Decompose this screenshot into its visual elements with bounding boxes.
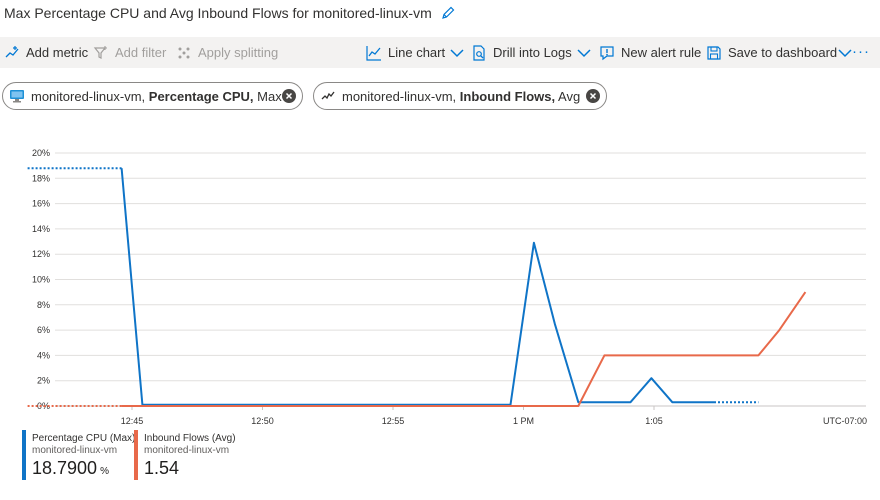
metric-pill-inbound-flows[interactable]: monitored-linux-vm, Inbound Flows, Avg [313, 82, 607, 110]
close-icon[interactable] [282, 89, 296, 103]
splitting-icon [178, 47, 190, 58]
y-tick-label: 6% [37, 325, 50, 335]
line-chart-icon [366, 45, 381, 61]
legend-color-bar [22, 430, 26, 480]
y-tick-label: 12% [32, 249, 50, 259]
y-tick-label: 18% [32, 173, 50, 183]
add-filter-button[interactable]: Add filter [93, 37, 166, 68]
add-filter-label: Add filter [115, 45, 167, 60]
more-options-button[interactable]: ··· [852, 43, 870, 60]
virtual-machine-icon [10, 90, 24, 103]
add-metric-label: Add metric [26, 45, 89, 60]
save-to-dashboard-dropdown[interactable]: Save to dashboard [706, 37, 858, 68]
line-chart-label: Line chart [388, 45, 446, 60]
legend-color-bar [134, 430, 138, 480]
legend-unit: % [100, 466, 109, 477]
x-tick-label: 1:05 [645, 416, 663, 426]
chart-title: Max Percentage CPU and Avg Inbound Flows… [4, 5, 432, 21]
legend-series-name: Percentage CPU (Max) [32, 433, 136, 444]
toolbar: Add metric Add filter Apply splitting Li… [0, 37, 880, 68]
chevron-down-icon [838, 48, 852, 57]
legend-resource: monitored-linux-vm [32, 445, 118, 456]
legend-series-name: Inbound Flows (Avg) [144, 433, 236, 444]
apply-splitting-button[interactable]: Apply splitting [176, 37, 278, 68]
y-tick-label: 2% [37, 376, 50, 386]
series-inbound-flows-line[interactable] [121, 291, 807, 407]
y-tick-label: 4% [37, 350, 50, 360]
y-tick-label: 14% [32, 224, 50, 234]
x-tick-label: 12:45 [121, 416, 144, 426]
metric-pill-text: monitored-linux-vm, Percentage CPU, Max [31, 88, 282, 104]
add-metric-button[interactable]: Add metric [4, 37, 88, 68]
new-alert-rule-label: New alert rule [621, 45, 702, 60]
logs-icon [473, 44, 485, 61]
chevron-down-icon [577, 48, 591, 57]
x-tick-label: 1 PM [513, 416, 534, 426]
title-bar: Max Percentage CPU and Avg Inbound Flows… [0, 0, 880, 26]
alert-icon [600, 45, 614, 60]
timezone-label: UTC-07:00 [823, 416, 867, 426]
drill-into-logs-label: Drill into Logs [493, 45, 572, 60]
metrics-line-chart[interactable]: 0%2%4%6%8%10%12%14%16%18%20% 12:45 12:50 1… [0, 140, 880, 430]
apply-splitting-label: Apply splitting [198, 45, 279, 60]
y-tick-label: 10% [32, 275, 50, 285]
metric-line-icon [321, 91, 335, 100]
close-icon[interactable] [586, 89, 600, 103]
y-tick-label: 8% [37, 300, 50, 310]
pencil-icon[interactable] [440, 5, 456, 21]
save-to-dashboard-label: Save to dashboard [728, 45, 838, 60]
legend-value: 18.7900% [32, 458, 109, 478]
x-tick-label: 12:55 [382, 416, 405, 426]
y-tick-label: 20% [32, 148, 50, 158]
legend-value: 1.54 [144, 458, 180, 478]
line-chart-dropdown[interactable]: Line chart [366, 37, 470, 68]
legend-resource: monitored-linux-vm [144, 445, 230, 456]
new-alert-rule-button[interactable]: New alert rule [599, 37, 701, 68]
metric-pill-text: monitored-linux-vm, Inbound Flows, Avg [342, 88, 581, 104]
filter-icon [93, 45, 107, 59]
add-metric-icon [5, 45, 19, 57]
save-icon [707, 45, 721, 60]
metric-pill-cpu[interactable]: monitored-linux-vm, Percentage CPU, Max [2, 82, 303, 110]
chevron-down-icon [450, 48, 464, 57]
x-tick-label: 12:50 [251, 416, 274, 426]
y-tick-label: 16% [32, 199, 50, 209]
drill-into-logs-dropdown[interactable]: Drill into Logs [471, 37, 597, 68]
